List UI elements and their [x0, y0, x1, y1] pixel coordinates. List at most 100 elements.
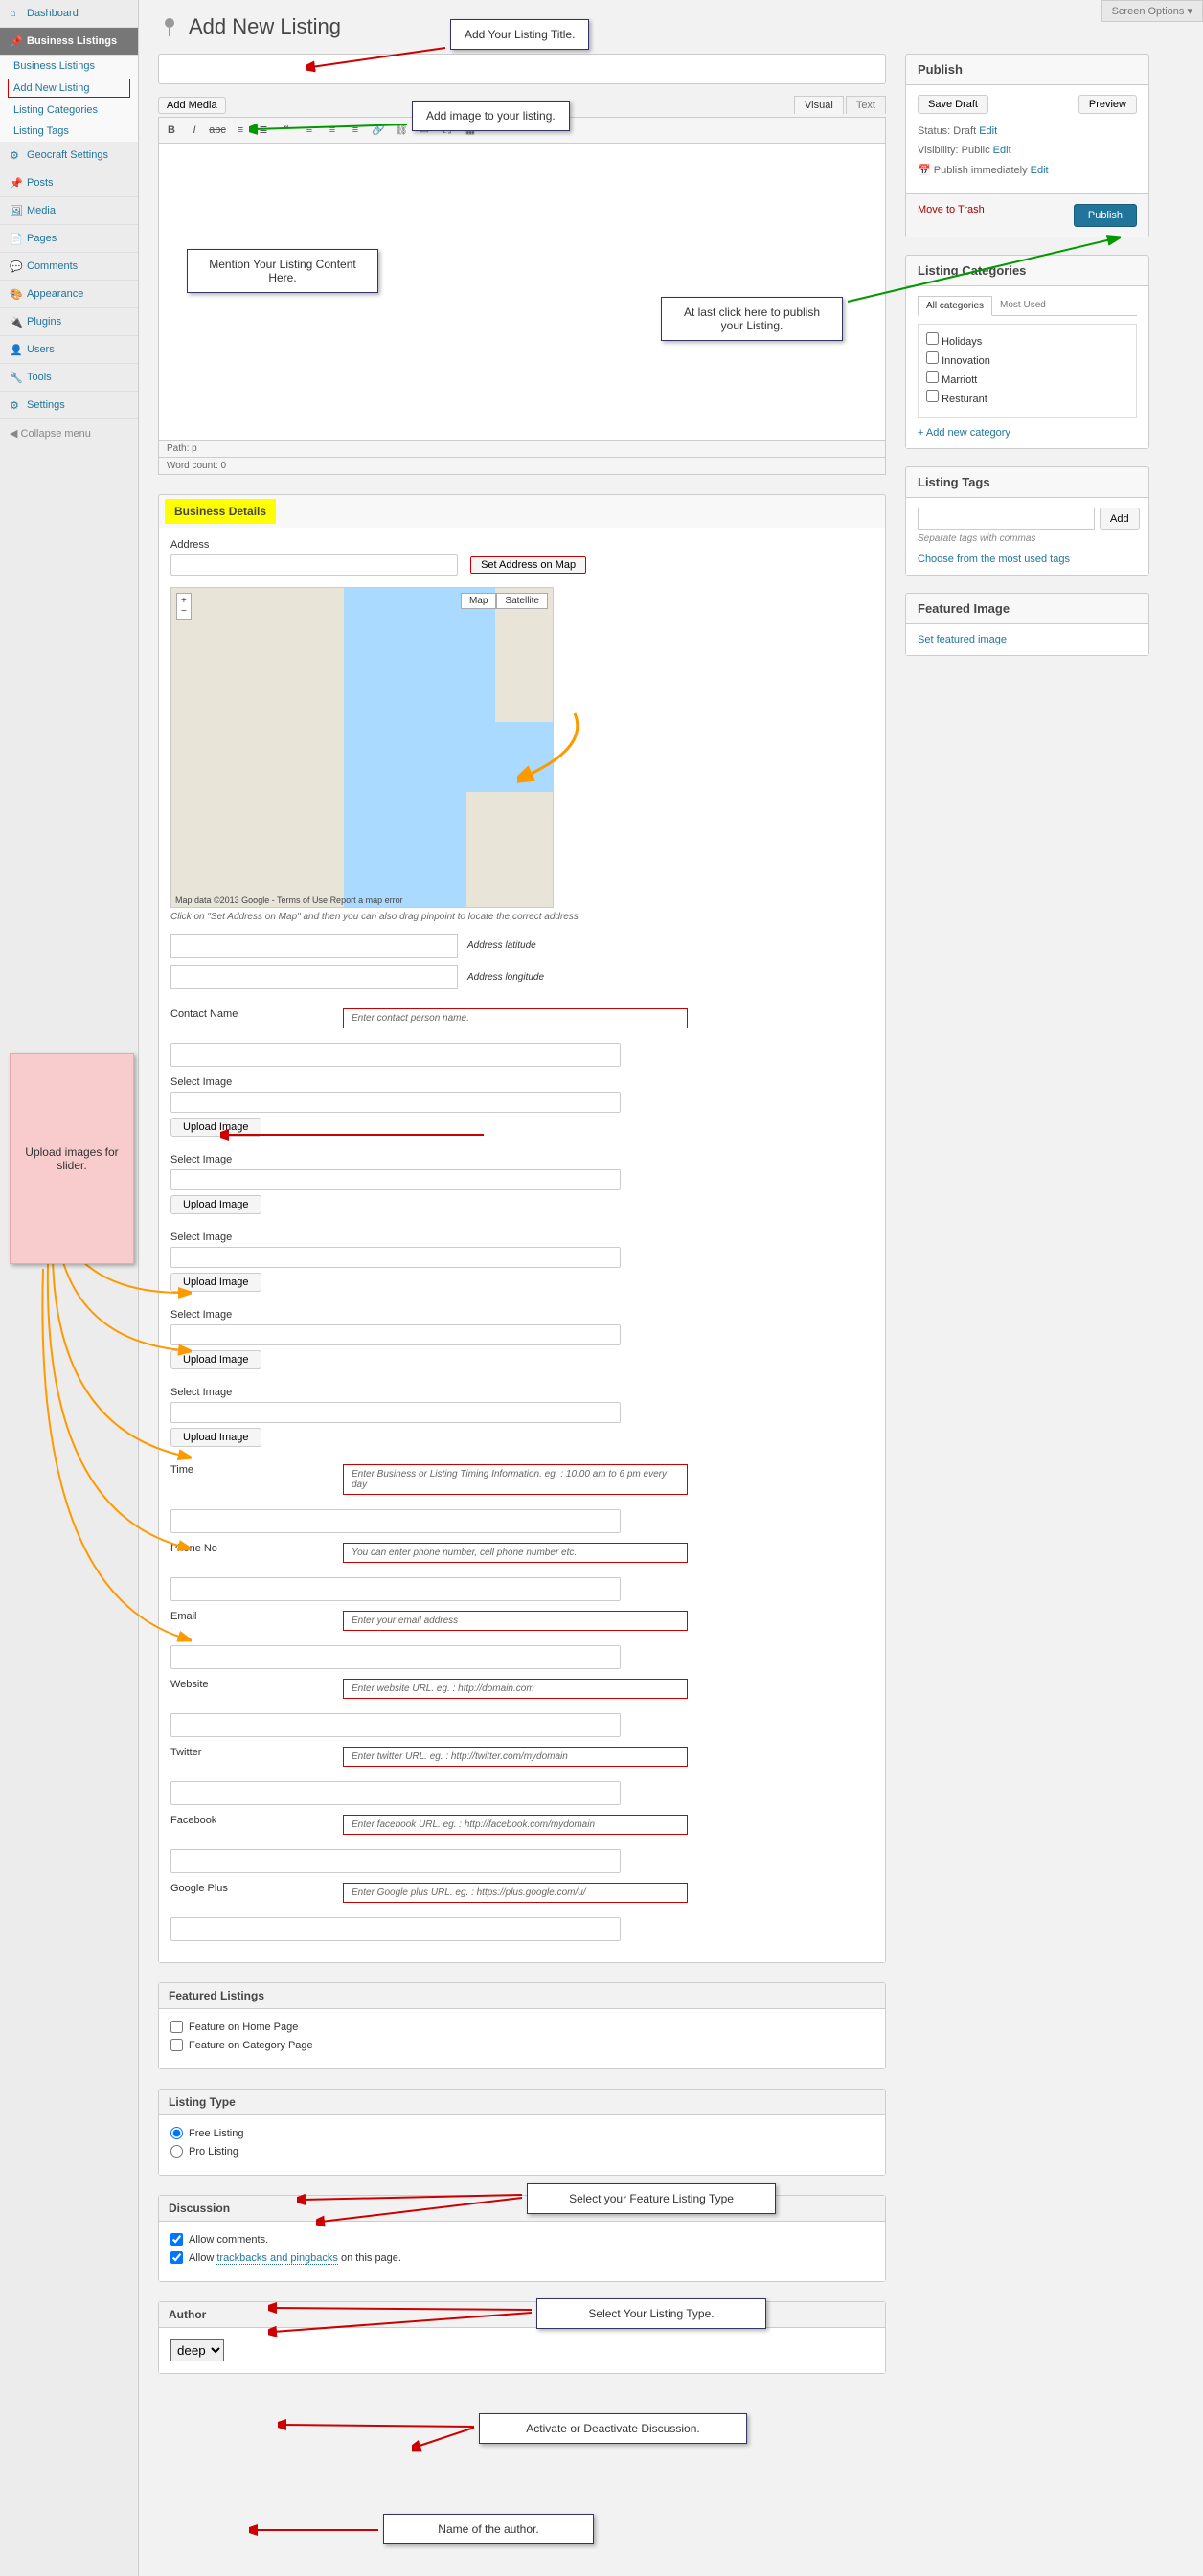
- set-featured-image-link[interactable]: Set featured image: [918, 634, 1007, 645]
- free-listing-radio[interactable]: [170, 2127, 183, 2139]
- menu-comments[interactable]: 💬Comments: [0, 253, 138, 281]
- image-input-4[interactable]: [170, 1324, 621, 1345]
- time-input[interactable]: [170, 1509, 621, 1533]
- submenu-add-new[interactable]: Add New Listing: [8, 79, 130, 98]
- listing-title-input[interactable]: [158, 54, 886, 84]
- cat-resturant-checkbox[interactable]: [926, 390, 939, 402]
- submenu-categories[interactable]: Listing Categories: [0, 100, 138, 121]
- add-media-button[interactable]: Add Media: [158, 97, 226, 114]
- map-type-map[interactable]: Map: [461, 593, 496, 609]
- plugin-icon: 🔌: [10, 316, 21, 328]
- menu-appearance[interactable]: 🎨Appearance: [0, 281, 138, 308]
- edit-date-link[interactable]: Edit: [1031, 165, 1049, 176]
- edit-status-link[interactable]: Edit: [979, 125, 997, 137]
- callout-author: Name of the author.: [383, 2514, 594, 2544]
- tags-box: Listing Tags Add Separate tags with comm…: [905, 466, 1149, 576]
- author-select[interactable]: deep: [170, 2339, 224, 2361]
- trackback-link[interactable]: trackbacks and pingbacks: [216, 2252, 338, 2265]
- arrow-map: [517, 709, 594, 785]
- feature-home-checkbox[interactable]: [170, 2021, 183, 2033]
- latitude-input[interactable]: [170, 934, 458, 958]
- image-input-1[interactable]: [170, 1092, 621, 1113]
- collapse-menu[interactable]: ◀ Collapse menu: [0, 419, 138, 447]
- gplus-input[interactable]: [170, 1917, 621, 1941]
- cat-innovation-checkbox[interactable]: [926, 351, 939, 364]
- submenu-tags[interactable]: Listing Tags: [0, 121, 138, 142]
- menu-posts[interactable]: 📌Posts: [0, 169, 138, 197]
- image-input-3[interactable]: [170, 1247, 621, 1268]
- map-zoom-control[interactable]: +−: [176, 593, 192, 620]
- media-icon: 🖼: [10, 205, 21, 216]
- map-widget[interactable]: +− Map Satellite Map data ©2013 Google -…: [170, 587, 554, 908]
- tab-visual[interactable]: Visual: [794, 96, 844, 114]
- word-count-bar: Word count: 0: [158, 458, 886, 475]
- bullet-list-button[interactable]: ≡: [232, 122, 249, 139]
- email-label: Email: [170, 1611, 314, 1622]
- menu-dashboard[interactable]: ⌂Dashboard: [0, 0, 138, 28]
- upload-image-button-2[interactable]: Upload Image: [170, 1195, 261, 1214]
- strike-button[interactable]: abc: [209, 122, 226, 139]
- pin-icon: 📌: [10, 177, 21, 189]
- address-label: Address: [170, 539, 874, 551]
- callout-slider: Upload images for slider.: [10, 1053, 134, 1264]
- callout-listing-type: Select Your Listing Type.: [536, 2298, 766, 2329]
- submenu-bl[interactable]: Business Listings: [0, 56, 138, 77]
- contact-name-hint: Enter contact person name.: [343, 1008, 688, 1028]
- map-type-satellite[interactable]: Satellite: [496, 593, 548, 609]
- allow-comments-label: Allow comments.: [189, 2234, 268, 2246]
- menu-pages[interactable]: 📄Pages: [0, 225, 138, 253]
- menu-plugins[interactable]: 🔌Plugins: [0, 308, 138, 336]
- twitter-hint: Enter twitter URL. eg. : http://twitter.…: [343, 1747, 688, 1767]
- bold-button[interactable]: B: [163, 122, 180, 139]
- edit-visibility-link[interactable]: Edit: [993, 145, 1011, 156]
- add-category-link[interactable]: + Add new category: [918, 427, 1137, 439]
- address-input[interactable]: [170, 554, 458, 576]
- publish-date-row: 📅 Publish immediately Edit: [918, 164, 1137, 176]
- menu-media[interactable]: 🖼Media: [0, 197, 138, 225]
- choose-tags-link[interactable]: Choose from the most used tags: [918, 554, 1137, 565]
- save-draft-button[interactable]: Save Draft: [918, 95, 988, 114]
- select-image-label-1: Select Image: [170, 1076, 874, 1088]
- twitter-input[interactable]: [170, 1781, 621, 1805]
- preview-button[interactable]: Preview: [1078, 95, 1137, 114]
- latitude-label: Address latitude: [467, 940, 536, 951]
- email-hint: Enter your email address: [343, 1611, 688, 1631]
- tags-input[interactable]: [918, 508, 1095, 530]
- longitude-input[interactable]: [170, 965, 458, 989]
- pin-icon: 📌: [10, 35, 21, 47]
- menu-settings[interactable]: ⚙Settings: [0, 392, 138, 419]
- featured-image-heading: Featured Image: [906, 594, 1148, 624]
- publish-button[interactable]: Publish: [1074, 204, 1137, 227]
- tab-text[interactable]: Text: [846, 96, 886, 114]
- business-details-heading: Business Details: [165, 499, 276, 524]
- arrow-feature-2: [316, 2193, 527, 2231]
- tools-icon: 🔧: [10, 372, 21, 383]
- set-address-button[interactable]: Set Address on Map: [470, 556, 586, 574]
- allow-trackbacks-checkbox[interactable]: [170, 2251, 183, 2264]
- facebook-input[interactable]: [170, 1849, 621, 1873]
- menu-business-listings[interactable]: 📌Business Listings: [0, 28, 138, 56]
- feature-category-checkbox[interactable]: [170, 2039, 183, 2051]
- move-to-trash-link[interactable]: Move to Trash: [918, 204, 985, 227]
- cat-marriott-checkbox[interactable]: [926, 371, 939, 383]
- italic-button[interactable]: I: [186, 122, 203, 139]
- add-tag-button[interactable]: Add: [1100, 508, 1140, 530]
- pro-listing-radio[interactable]: [170, 2145, 183, 2158]
- arrow-title: [306, 38, 450, 77]
- image-input-2[interactable]: [170, 1169, 621, 1190]
- screen-options-button[interactable]: Screen Options ▾: [1101, 0, 1203, 22]
- comment-icon: 💬: [10, 260, 21, 272]
- email-input[interactable]: [170, 1645, 621, 1669]
- allow-comments-checkbox[interactable]: [170, 2233, 183, 2246]
- menu-geocraft[interactable]: ⚙Geocraft Settings: [0, 142, 138, 169]
- twitter-label: Twitter: [170, 1747, 314, 1758]
- cat-holidays-checkbox[interactable]: [926, 332, 939, 345]
- settings-icon: ⚙: [10, 399, 21, 411]
- contact-name-input[interactable]: [170, 1043, 621, 1067]
- menu-users[interactable]: 👤Users: [0, 336, 138, 364]
- website-label: Website: [170, 1679, 314, 1690]
- menu-tools[interactable]: 🔧Tools: [0, 364, 138, 392]
- phone-input[interactable]: [170, 1577, 621, 1601]
- image-input-5[interactable]: [170, 1402, 621, 1423]
- website-input[interactable]: [170, 1713, 621, 1737]
